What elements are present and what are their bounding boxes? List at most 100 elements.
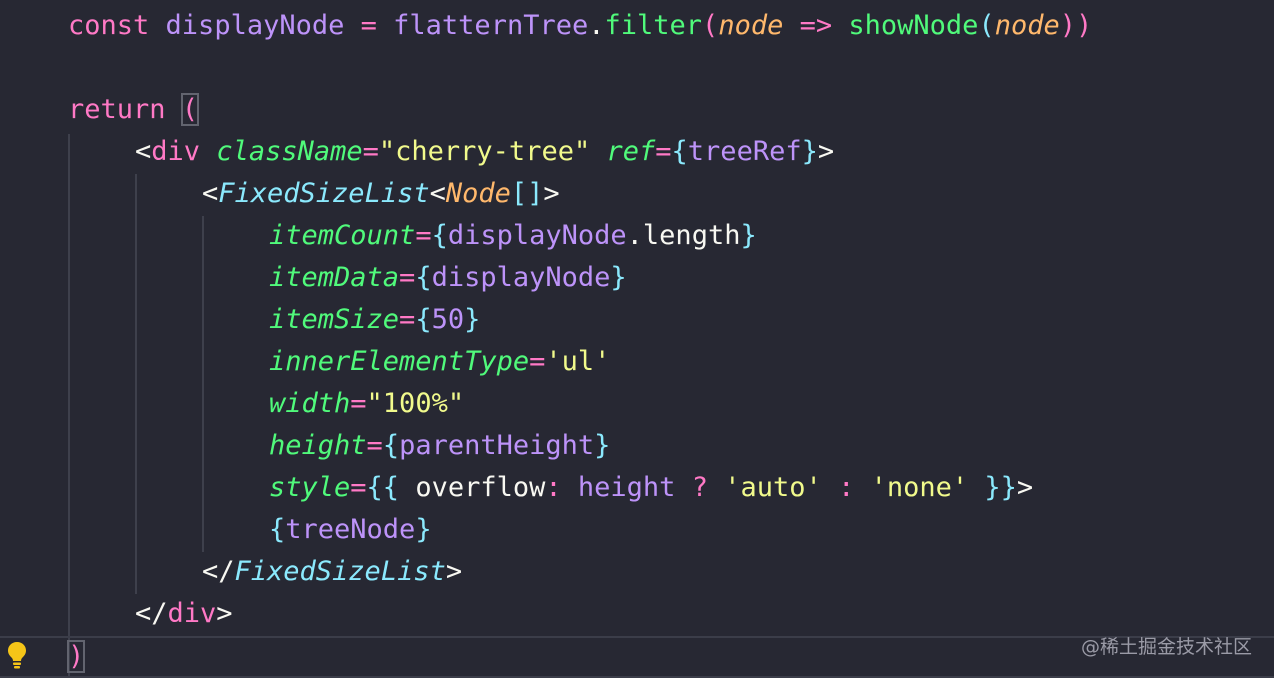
indent-guide — [202, 216, 204, 552]
type-name: Node — [445, 178, 511, 209]
code-line-6[interactable]: itemCount={displayNode.length} — [269, 215, 757, 257]
matched-bracket: ) — [66, 640, 86, 673]
attribute-name: innerElementType — [269, 346, 530, 377]
punctuation: { — [671, 136, 688, 167]
operator: = — [350, 388, 367, 419]
code-line-5[interactable]: <FixedSizeList<Node[]> — [202, 173, 560, 215]
punctuation: { — [431, 220, 448, 251]
string: 'auto' — [724, 472, 822, 503]
punctuation: { — [382, 430, 400, 461]
operator: = — [399, 304, 416, 335]
parameter: node — [718, 10, 784, 41]
punctuation: } — [740, 220, 757, 251]
code-line-12[interactable]: style={{ overflow: height ? 'auto' : 'no… — [269, 467, 1033, 509]
punctuation: { — [415, 262, 432, 293]
variable: treeRef — [687, 136, 802, 167]
property: length — [642, 220, 741, 251]
punctuation: > — [1016, 472, 1034, 503]
string: 'ul' — [545, 346, 611, 377]
punctuation: > — [445, 556, 463, 587]
operator: = — [360, 10, 377, 41]
variable: flatternTree — [393, 10, 589, 41]
code-line-14[interactable]: </FixedSizeList> — [202, 551, 462, 593]
attribute-name: height — [269, 430, 367, 461]
punctuation: } — [415, 514, 432, 545]
variable: displayNode — [165, 10, 345, 41]
punctuation: > — [216, 598, 233, 629]
keyword: return — [68, 94, 166, 125]
punctuation: )) — [1059, 10, 1093, 41]
punctuation: > — [543, 178, 560, 209]
punctuation: < — [429, 178, 446, 209]
code-line-16[interactable]: ) — [66, 636, 86, 678]
string: "100%" — [366, 388, 465, 419]
component-name: FixedSizeList — [234, 556, 446, 587]
watermark: @稀土掘金技术社区 — [1080, 636, 1252, 658]
indent-guide — [135, 174, 137, 594]
code-line-13[interactable]: {treeNode} — [269, 509, 432, 551]
operator: = — [655, 136, 672, 167]
punctuation: {{ — [366, 472, 400, 503]
punctuation: </ — [202, 556, 235, 587]
code-line-8[interactable]: itemSize={50} — [269, 299, 480, 341]
operator: = — [399, 262, 416, 293]
variable: height — [577, 472, 676, 503]
attribute-name: ref — [606, 136, 656, 167]
code-line-15[interactable]: </div> — [135, 593, 233, 635]
parameter: node — [994, 10, 1060, 41]
code-line-10[interactable]: width="100%" — [269, 383, 464, 425]
attribute-name: itemData — [269, 262, 400, 293]
punctuation: ( — [702, 10, 719, 41]
keyword: const — [68, 10, 150, 41]
function-name: filter — [604, 10, 703, 41]
attribute-name: className — [216, 136, 363, 167]
property: overflow — [415, 472, 546, 503]
variable: parentHeight — [399, 430, 595, 461]
punctuation: } — [801, 136, 818, 167]
operator: => — [799, 10, 833, 41]
punctuation: > — [817, 136, 835, 167]
string: 'none' — [870, 472, 969, 503]
indent-guide — [68, 134, 70, 678]
punctuation: } — [464, 304, 481, 335]
number-literal: 50 — [431, 304, 465, 335]
attribute-name: itemCount — [269, 220, 416, 251]
punctuation: }} — [984, 472, 1017, 503]
operator: : — [838, 472, 855, 503]
code-line-1[interactable]: const displayNode = flatternTree.filter(… — [68, 5, 1092, 47]
code-line-3[interactable]: return ( — [68, 89, 200, 131]
attribute-name: style — [269, 472, 351, 503]
punctuation: . — [626, 220, 643, 251]
punctuation: < — [202, 178, 219, 209]
punctuation: </ — [135, 598, 168, 629]
variable: displayNode — [431, 262, 611, 293]
punctuation: ( — [978, 10, 995, 41]
punctuation: [] — [510, 178, 544, 209]
code-line-9[interactable]: innerElementType='ul' — [269, 341, 610, 383]
code-line-7[interactable]: itemData={displayNode} — [269, 257, 627, 299]
punctuation: < — [135, 136, 152, 167]
lightbulb-icon[interactable] — [6, 640, 28, 670]
component-name: FixedSizeList — [218, 178, 430, 209]
operator: : — [545, 472, 562, 503]
operator: = — [415, 220, 432, 251]
operator: = — [529, 346, 546, 377]
code-line-4[interactable]: <div className="cherry-tree" ref={treeRe… — [135, 131, 834, 173]
tag-name: div — [167, 598, 217, 629]
attribute-name: itemSize — [269, 304, 400, 335]
operator: = — [350, 472, 367, 503]
attribute-name: width — [269, 388, 351, 419]
string: "cherry-tree" — [378, 136, 591, 167]
punctuation: . — [588, 10, 605, 41]
code-line-11[interactable]: height={parentHeight} — [269, 425, 610, 467]
punctuation: { — [269, 514, 286, 545]
function-name: showNode — [848, 10, 979, 41]
tag-name: div — [151, 136, 201, 167]
punctuation: } — [610, 262, 627, 293]
punctuation: } — [594, 430, 611, 461]
variable: displayNode — [447, 220, 627, 251]
code-editor[interactable]: const displayNode = flatternTree.filter(… — [0, 0, 1274, 678]
operator: ? — [691, 472, 708, 503]
matched-bracket: ( — [180, 93, 200, 126]
operator: = — [366, 430, 383, 461]
